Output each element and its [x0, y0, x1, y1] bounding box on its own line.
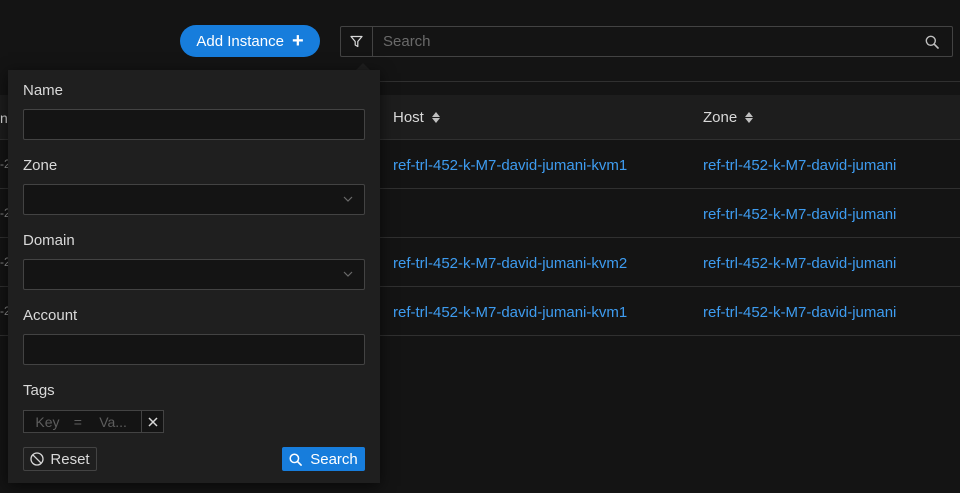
column-header-zone[interactable]: Zone [703, 108, 754, 126]
host-link[interactable]: ref-trl-452-k-M7-david-jumani-kvm2 [393, 255, 627, 272]
toolbar-divider [380, 81, 960, 82]
add-instance-label: Add Instance [196, 32, 284, 50]
zone-link[interactable]: ref-trl-452-k-M7-david-jumani [703, 304, 896, 321]
filter-search-label: Search [310, 450, 358, 468]
zone-link[interactable]: ref-trl-452-k-M7-david-jumani [703, 157, 896, 174]
zone-select[interactable] [23, 184, 365, 215]
popover-caret [356, 63, 370, 70]
search-input[interactable] [373, 27, 912, 56]
tags-label: Tags [23, 382, 55, 399]
search-icon [925, 35, 939, 49]
column-header-label: Host [393, 108, 424, 126]
sort-icon [745, 111, 754, 123]
filter-toggle-button[interactable] [341, 27, 373, 56]
sort-icon [431, 111, 440, 123]
add-instance-button[interactable]: Add Instance + [180, 25, 320, 57]
reset-button[interactable]: Reset [23, 447, 97, 471]
reset-label: Reset [50, 450, 90, 468]
chevron-down-icon [343, 271, 353, 277]
search-bar [340, 26, 953, 57]
column-header-label: Zone [703, 108, 738, 126]
stop-icon [30, 452, 45, 466]
filter-search-button[interactable]: Search [282, 447, 365, 471]
tag-equals: = [73, 413, 82, 430]
tag-remove-button[interactable] [141, 411, 163, 432]
domain-select[interactable] [23, 259, 365, 290]
search-submit[interactable] [912, 27, 952, 56]
name-label: Name [23, 82, 64, 99]
tag-input-group: Key = Va... [23, 410, 164, 433]
zone-link[interactable]: ref-trl-452-k-M7-david-jumani [703, 255, 896, 272]
close-icon [148, 416, 158, 427]
zone-link[interactable]: ref-trl-452-k-M7-david-jumani [703, 206, 896, 223]
host-link[interactable]: ref-trl-452-k-M7-david-jumani-kvm1 [393, 304, 627, 321]
name-input[interactable] [23, 109, 365, 140]
header-edge-text: n [0, 110, 8, 126]
filter-icon [350, 35, 363, 48]
chevron-down-icon [343, 196, 353, 202]
account-input[interactable] [23, 334, 365, 365]
column-header-host[interactable]: Host [393, 109, 440, 126]
account-label: Account [23, 307, 78, 324]
search-icon [289, 452, 303, 466]
host-link[interactable]: ref-trl-452-k-M7-david-jumani-kvm1 [393, 157, 627, 174]
tag-key-input[interactable]: Key [24, 414, 71, 430]
filter-popover: Name Zone Domain Account Tags Key = Va..… [8, 70, 380, 483]
zone-label: Zone [23, 157, 58, 174]
tag-value-input[interactable]: Va... [85, 414, 142, 430]
plus-icon: + [291, 30, 304, 52]
domain-label: Domain [23, 232, 75, 249]
